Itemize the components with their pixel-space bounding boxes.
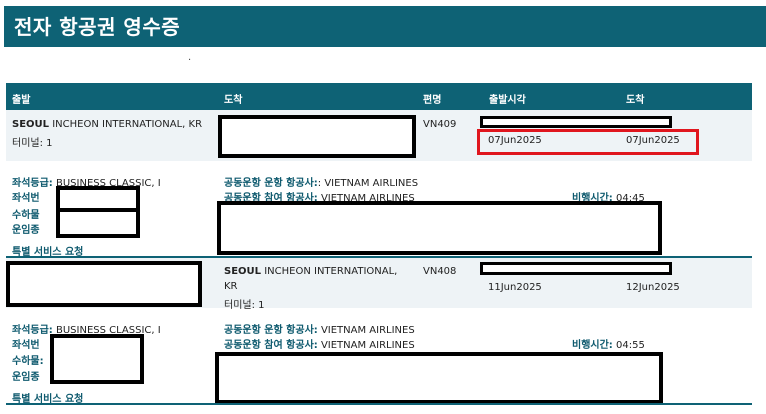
terminal-label: 터미널: [12, 138, 43, 149]
bottom-divider [6, 403, 752, 405]
segment-1-origin: SEOUL INCHEON INTERNATIONAL, KR [12, 119, 202, 130]
stray-mark: . [188, 52, 192, 63]
redaction-box [480, 262, 672, 275]
segment-1-arrival-date: 07Jun2025 [626, 135, 680, 146]
header-departure: 출발 [12, 95, 31, 106]
class-label: 좌석등급: [12, 178, 53, 189]
segment-2-operating-carrier: 공동운항 운항 항공사: VIETNAM AIRLINES [224, 321, 415, 336]
terminal-value: 1 [46, 138, 53, 149]
header-arrival: 도착 [224, 95, 243, 106]
duration-value: 04:55 [616, 340, 645, 351]
header-arrival-time: 도착 [626, 95, 645, 106]
redaction-box [56, 208, 140, 238]
seat-label: 좌석번 [12, 193, 40, 204]
redaction-box [215, 352, 663, 404]
segment-1-operating-carrier: 공동운항 운항 항공사:: VIETNAM AIRLINES [224, 174, 418, 189]
redaction-box [6, 261, 202, 307]
marketing-label: 공동운항 참여 항공사: [224, 340, 318, 351]
segment-2-duration: 비행시간: 04:55 [572, 336, 645, 351]
segment-2-flight: VN408 [423, 266, 457, 277]
segment-1-terminal: 터미널: 1 [12, 134, 53, 149]
redaction-box [50, 334, 144, 384]
header-departure-time: 출발시각 [489, 95, 526, 106]
segment-2-terminal: 터미널: 1 [224, 296, 265, 311]
operating-value: VIETNAM AIRLINES [320, 325, 415, 336]
segment-2-departure-date: 11Jun2025 [488, 282, 542, 293]
baggage-label: 수하물: [12, 356, 44, 367]
redaction-box [480, 116, 672, 128]
duration-label: 비행시간: [572, 340, 613, 351]
redaction-box [218, 115, 416, 158]
segment-2-arrival-date: 12Jun2025 [626, 282, 680, 293]
terminal-label: 터미널: [224, 300, 255, 311]
segment-2-marketing-carrier: 공동운항 참여 항공사: VIETNAM AIRLINES [224, 336, 415, 351]
page-title: 전자 항공권 영수증 [14, 15, 181, 39]
segment-1-departure-date: 07Jun2025 [488, 135, 542, 146]
fare-label: 운임종 [12, 372, 40, 383]
segment-2-dest-airport: INCHEON INTERNATIONAL, [264, 266, 398, 277]
marketing-value: VIETNAM AIRLINES [320, 340, 415, 351]
segment-2-destination: SEOUL INCHEON INTERNATIONAL, [224, 266, 397, 277]
fare-label: 운임종 [12, 225, 40, 236]
segment-2-dest-country: KR [224, 281, 238, 292]
redaction-box [217, 201, 662, 255]
baggage-label: 수하물 [12, 210, 40, 221]
seat-label: 좌석번 [12, 340, 40, 351]
segment-2-dest-city: SEOUL [224, 266, 262, 277]
class-label: 좌석등급: [12, 325, 53, 336]
segment-1-origin-airport: INCHEON INTERNATIONAL, KR [52, 119, 203, 130]
segment-1-origin-city: SEOUL [12, 119, 50, 130]
segment-1-flight: VN409 [423, 119, 457, 130]
operating-value: : VIETNAM AIRLINES [317, 178, 419, 189]
terminal-value: 1 [258, 300, 265, 311]
operating-label: 공동운항 운항 항공사: [224, 325, 318, 336]
header-flight: 편명 [423, 95, 442, 106]
operating-label: 공동운항 운항 항공사: [224, 178, 318, 189]
